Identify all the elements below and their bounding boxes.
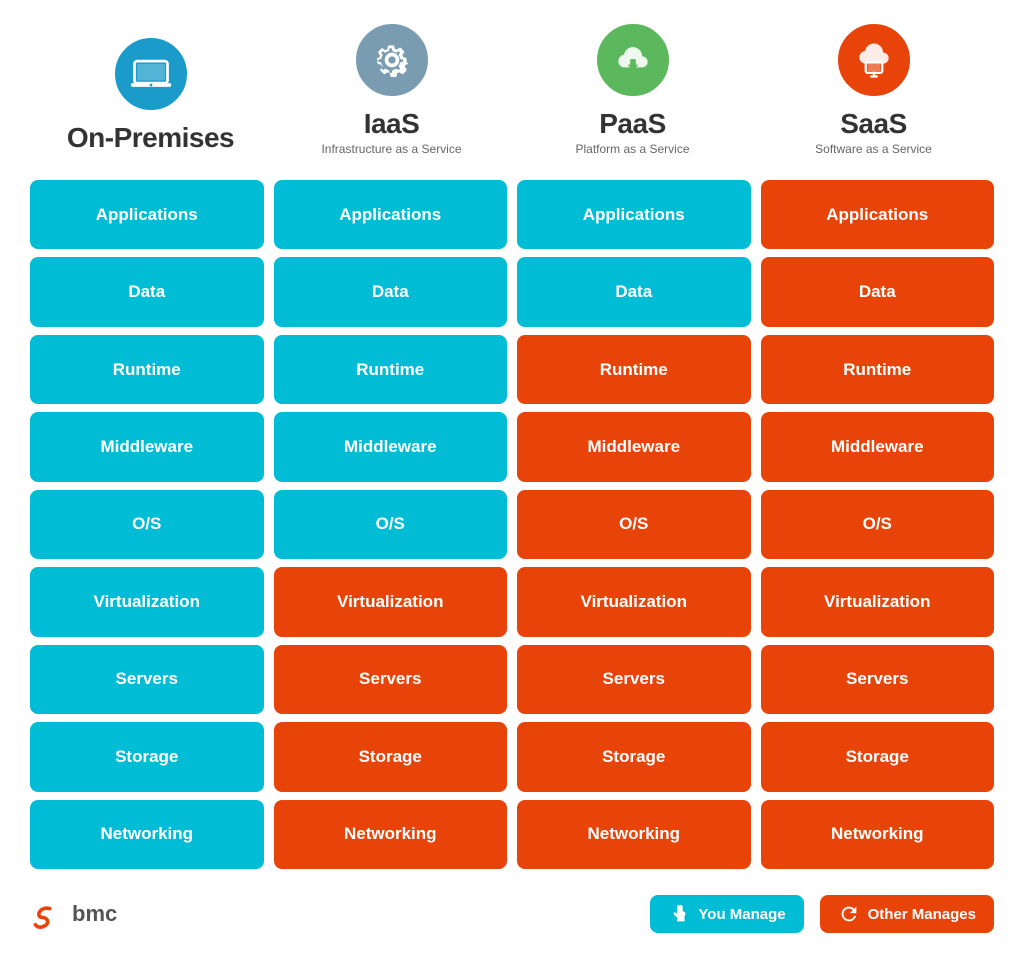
cell-iaas-virtualization: Virtualization <box>274 567 508 636</box>
cell-iaas-networking: Networking <box>274 800 508 869</box>
on-premises-icon-circle <box>111 34 191 114</box>
cell-iaas-runtime: Runtime <box>274 335 508 404</box>
cell-saas-servers: Servers <box>761 645 995 714</box>
cell-paas-os: O/S <box>517 490 751 559</box>
grid-col-saas: Applications Data Runtime Middleware O/S Virt… <box>761 180 995 869</box>
col-header-on-premises: On-Premises <box>36 34 266 156</box>
main-container: On-Premises IaaS Infrastructure as a Ser… <box>0 0 1024 953</box>
iaas-title: IaaS <box>364 108 420 140</box>
cell-paas-runtime: Runtime <box>517 335 751 404</box>
col-header-iaas: IaaS Infrastructure as a Service <box>277 20 507 156</box>
cell-saas-virtualization: Virtualization <box>761 567 995 636</box>
laptop-icon <box>129 52 173 96</box>
bmc-logo-icon <box>30 896 66 932</box>
cell-on-premises-virtualization: Virtualization <box>30 567 264 636</box>
cell-paas-storage: Storage <box>517 722 751 791</box>
comparison-grid: ApplicationsDataRuntimeMiddlewareO/SVirt… <box>30 180 994 869</box>
cell-on-premises-middleware: Middleware <box>30 412 264 481</box>
saas-icon-circle <box>834 20 914 100</box>
cell-on-premises-networking: Networking <box>30 800 264 869</box>
bmc-brand: bmc <box>30 896 117 932</box>
legend-you-manage: You Manage <box>650 895 803 933</box>
cell-saas-storage: Storage <box>761 722 995 791</box>
cell-on-premises-applications: Applications <box>30 180 264 249</box>
refresh-icon <box>838 903 860 925</box>
cell-iaas-servers: Servers <box>274 645 508 714</box>
legend-other-manages: Other Manages <box>820 895 994 933</box>
cloud-download-icon <box>611 38 655 82</box>
cloud-screen-icon <box>852 38 896 82</box>
cell-paas-applications: Applications <box>517 180 751 249</box>
col-header-paas: PaaS Platform as a Service <box>518 20 748 156</box>
footer: bmc You Manage Other Manages <box>30 887 994 933</box>
cell-paas-middleware: Middleware <box>517 412 751 481</box>
grid-col-paas: Applications Data Runtime Middleware O/S Virt… <box>517 180 751 869</box>
cell-on-premises-runtime: Runtime <box>30 335 264 404</box>
paas-subtitle: Platform as a Service <box>575 142 689 156</box>
cell-on-premises-os: O/S <box>30 490 264 559</box>
cell-saas-runtime: Runtime <box>761 335 995 404</box>
cell-paas-networking: Networking <box>517 800 751 869</box>
saas-subtitle: Software as a Service <box>815 142 932 156</box>
cell-saas-middleware: Middleware <box>761 412 995 481</box>
cell-saas-os: O/S <box>761 490 995 559</box>
grid-col-iaas: Applications Data Runtime Middleware O/S Virt… <box>274 180 508 869</box>
cell-saas-networking: Networking <box>761 800 995 869</box>
iaas-icon-circle <box>352 20 432 100</box>
paas-icon-circle <box>593 20 673 100</box>
hand-icon <box>668 903 690 925</box>
cell-iaas-os: O/S <box>274 490 508 559</box>
header: On-Premises IaaS Infrastructure as a Ser… <box>30 20 994 164</box>
cell-paas-virtualization: Virtualization <box>517 567 751 636</box>
saas-title: SaaS <box>840 108 907 140</box>
you-manage-label: You Manage <box>698 906 785 923</box>
cell-iaas-storage: Storage <box>274 722 508 791</box>
legend: You Manage Other Manages <box>650 895 994 933</box>
col-header-saas: SaaS Software as a Service <box>759 20 989 156</box>
grid-col-on-premises: Applications Data Runtime Middleware O/S Virt… <box>30 180 264 869</box>
bmc-text: bmc <box>72 901 117 927</box>
gear-icon <box>370 38 414 82</box>
cell-saas-applications: Applications <box>761 180 995 249</box>
other-manages-label: Other Manages <box>868 906 976 923</box>
on-premises-title: On-Premises <box>67 122 234 154</box>
cell-on-premises-data: Data <box>30 257 264 326</box>
cell-iaas-applications: Applications <box>274 180 508 249</box>
cell-iaas-middleware: Middleware <box>274 412 508 481</box>
cell-on-premises-servers: Servers <box>30 645 264 714</box>
cell-paas-data: Data <box>517 257 751 326</box>
cell-saas-data: Data <box>761 257 995 326</box>
cell-paas-servers: Servers <box>517 645 751 714</box>
cell-on-premises-storage: Storage <box>30 722 264 791</box>
paas-title: PaaS <box>599 108 666 140</box>
iaas-subtitle: Infrastructure as a Service <box>321 142 461 156</box>
cell-iaas-data: Data <box>274 257 508 326</box>
